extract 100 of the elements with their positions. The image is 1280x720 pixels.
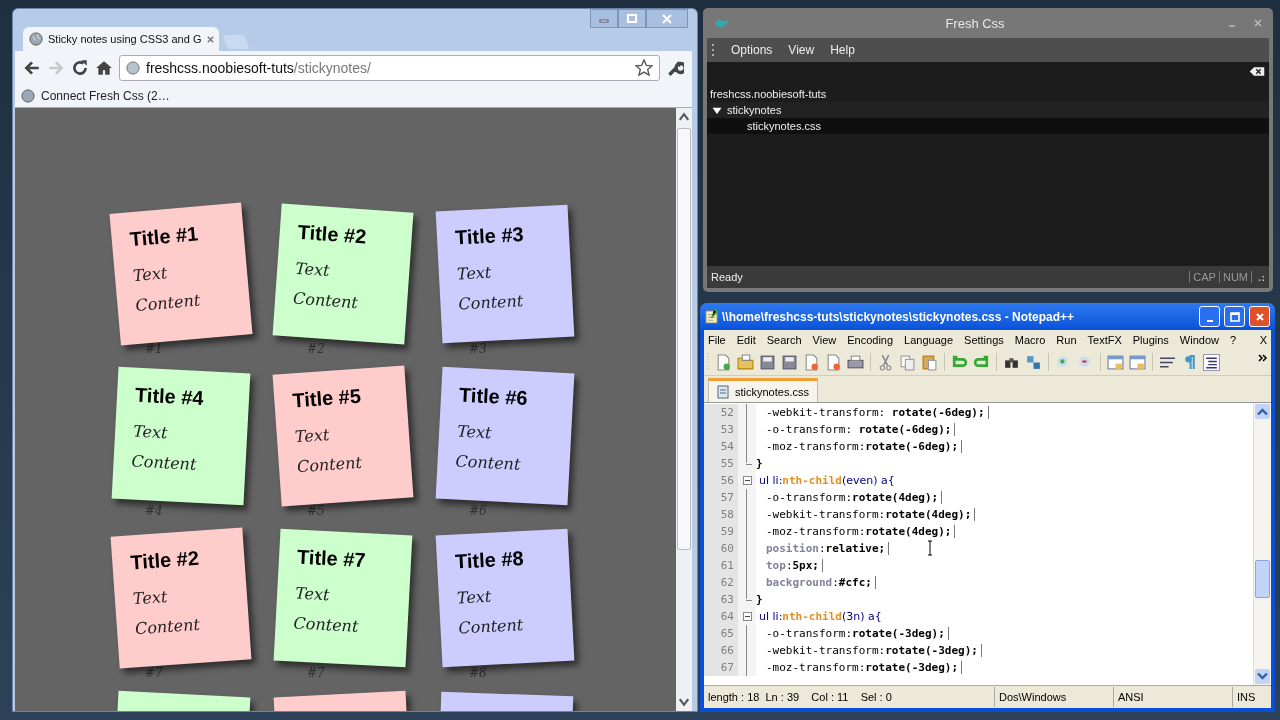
menu-item[interactable]: Edit	[736, 333, 756, 346]
paste-icon[interactable]	[921, 353, 938, 371]
note-text: Content	[134, 613, 202, 641]
line-number: 67	[704, 659, 738, 676]
sticky-note[interactable]: Title #5 Text Content	[272, 365, 414, 507]
sticky-note[interactable]: Title #8 Text Content	[435, 528, 575, 668]
status-text: INS	[1236, 690, 1257, 705]
note-text: Content	[457, 290, 525, 316]
clear-icon[interactable]	[1249, 66, 1265, 77]
tree-item[interactable]: stickynotes	[707, 102, 1269, 118]
browser-tab[interactable]: Sticky notes using CSS3 and G	[23, 27, 219, 51]
file-icon	[717, 384, 729, 399]
menu-item[interactable]: Options	[731, 43, 773, 57]
back-icon[interactable]	[23, 59, 41, 77]
wrench-icon[interactable]	[666, 59, 684, 77]
globe-icon	[126, 61, 140, 75]
line-number: 62	[704, 574, 738, 591]
new-file-icon[interactable]	[715, 353, 732, 371]
menu-item[interactable]: View	[788, 43, 815, 57]
cut-icon[interactable]	[877, 353, 894, 371]
reload-icon[interactable]	[71, 59, 89, 77]
note-text: Content	[130, 450, 198, 476]
menu-item[interactable]: Plugins	[1132, 333, 1169, 346]
code-line: position:relative;	[756, 542, 890, 555]
sticky-note[interactable]: Title #2 Text Content	[110, 527, 252, 669]
sticky-note[interactable]: Title #4 Text Content	[111, 366, 251, 506]
note-title: Title #6	[458, 383, 530, 412]
menu-item[interactable]: File	[708, 333, 726, 346]
line-number: 64	[704, 608, 738, 625]
maximize-button[interactable]	[1224, 306, 1245, 327]
fold-icon[interactable]	[742, 612, 752, 621]
scroll-thumb[interactable]	[677, 128, 691, 550]
maximize-icon	[1228, 310, 1241, 323]
note-title: Title #1	[128, 221, 201, 252]
close-icon[interactable]	[206, 34, 216, 44]
menu-item[interactable]: Search	[766, 333, 802, 346]
scrollbar[interactable]	[1253, 403, 1271, 685]
scroll-up-icon[interactable]	[1255, 404, 1270, 419]
code-line: top:5px;	[756, 559, 823, 572]
restore-button[interactable]	[618, 9, 646, 28]
menu-item[interactable]: Run	[1056, 333, 1077, 346]
window-icon[interactable]	[1107, 353, 1124, 371]
note-text: Text	[131, 262, 169, 288]
save-all-icon[interactable]	[781, 353, 798, 371]
status-text: Ready	[711, 271, 744, 283]
star-icon[interactable]	[635, 59, 653, 77]
tree-item[interactable]: freshcss.noobiesoft-tuts	[707, 86, 827, 102]
menu-item[interactable]: Help	[830, 43, 855, 57]
sticky-note[interactable]: Title #3 Text Content	[435, 204, 575, 344]
menu-item[interactable]: Settings	[964, 333, 1004, 346]
menu-item[interactable]: Window	[1179, 333, 1219, 346]
sticky-note[interactable]: Title #1 Text Content	[109, 202, 253, 346]
menu-item[interactable]: TextFX	[1087, 333, 1122, 346]
bookmark[interactable]: Connect Fresh Css (2…	[21, 89, 170, 103]
tree-item[interactable]: stickynotes.css	[707, 118, 1269, 134]
note-text: Content	[457, 614, 525, 640]
close-icon[interactable]	[1253, 18, 1263, 28]
note-title: Title #2	[129, 545, 201, 575]
code-line: background:#cfc;	[756, 576, 876, 589]
note-text: Text	[294, 257, 332, 283]
menu-item[interactable]: Language	[904, 333, 954, 346]
indent-guide-icon[interactable]	[1203, 353, 1220, 371]
address-bar[interactable]: freshcss.noobiesoft-tuts/stickynotes/	[119, 55, 660, 81]
fold-icon[interactable]	[742, 476, 752, 485]
code-line: -webkit-transform:rotate(-3deg);	[756, 644, 982, 657]
menu-item[interactable]: Macro	[1014, 333, 1046, 346]
code-line: -o-transform:rotate(4deg);	[756, 491, 943, 504]
close-document-button[interactable]: X	[1259, 333, 1267, 346]
note-text: Content	[134, 289, 202, 318]
code-line: }	[756, 593, 763, 606]
file-tab[interactable]: stickynotes.css	[708, 378, 818, 402]
scroll-thumb[interactable]	[1255, 560, 1270, 598]
grip-icon	[711, 43, 715, 57]
close-file-icon[interactable]	[803, 353, 820, 371]
window-icon[interactable]	[1129, 353, 1146, 371]
menu-item[interactable]: Encoding	[847, 333, 894, 346]
note-text: Content	[454, 450, 522, 476]
status-indicator: NUM	[1219, 271, 1252, 283]
close-icon	[661, 13, 673, 24]
menu-item[interactable]: ?	[1230, 333, 1237, 346]
replace-icon[interactable]	[1025, 353, 1042, 371]
save-icon[interactable]	[759, 353, 776, 371]
close-button[interactable]	[646, 9, 688, 28]
scrollbar[interactable]	[676, 108, 692, 711]
bird-icon	[713, 17, 731, 29]
status-text: ANSI	[1114, 687, 1233, 707]
print-icon[interactable]	[847, 353, 864, 371]
sticky-note[interactable]: Title #7 Text Content	[273, 528, 413, 668]
close-all-icon[interactable]	[825, 353, 842, 371]
open-folder-icon[interactable]	[737, 353, 754, 371]
more-icon[interactable]	[1258, 353, 1268, 363]
expanded-arrow-icon[interactable]	[712, 105, 722, 115]
sticky-note[interactable]: Title #2 Text Content	[272, 203, 414, 345]
line-number: 63	[704, 591, 738, 608]
copy-icon[interactable]	[899, 353, 916, 371]
line-number: 52	[704, 404, 738, 421]
sticky-note[interactable]: Title #6 Text Content	[435, 366, 575, 506]
home-icon[interactable]	[95, 59, 113, 77]
scroll-down-icon[interactable]	[1255, 669, 1270, 684]
menu-item[interactable]: View	[812, 333, 837, 346]
